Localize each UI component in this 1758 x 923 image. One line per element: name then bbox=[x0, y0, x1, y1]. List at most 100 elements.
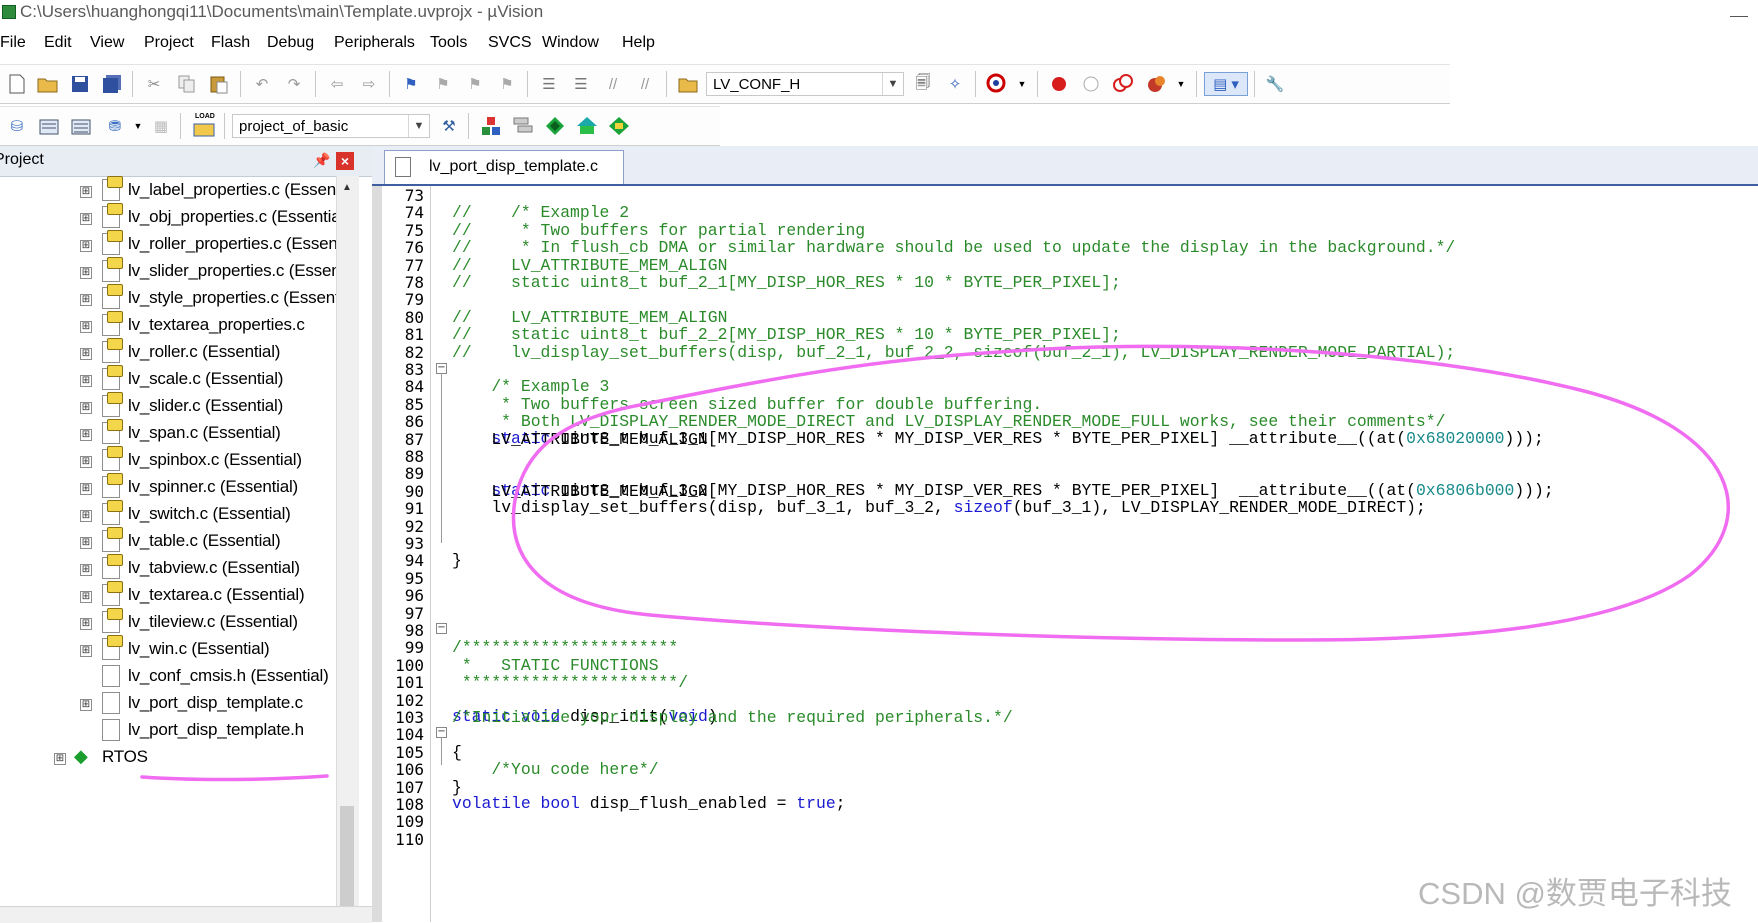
expand-icon[interactable]: ⊞ bbox=[80, 240, 92, 252]
close-icon[interactable]: × bbox=[336, 152, 354, 170]
minimize-button[interactable] bbox=[1730, 4, 1748, 17]
breakpoint-disable-icon[interactable] bbox=[1080, 73, 1102, 95]
download-icon[interactable]: LOAD bbox=[193, 113, 215, 137]
tree-item[interactable]: ⊞ lv_span.c (Essential) bbox=[0, 419, 336, 449]
unindent-icon[interactable]: ☰ bbox=[570, 73, 592, 95]
tree-item[interactable]: ⊞ lv_switch.c (Essential) bbox=[0, 500, 336, 530]
expand-icon[interactable]: ⊞ bbox=[80, 456, 92, 468]
menu-view[interactable]: View bbox=[90, 34, 124, 52]
expand-icon[interactable]: ⊞ bbox=[80, 537, 92, 549]
incremental-find-icon[interactable]: ✧ bbox=[944, 73, 966, 95]
bookmark-clear-icon[interactable]: ⚑ bbox=[496, 73, 518, 95]
expand-icon[interactable]: ⊞ bbox=[80, 402, 92, 414]
translate-icon[interactable]: ⛁ bbox=[6, 115, 28, 137]
expand-icon[interactable]: ⊞ bbox=[80, 294, 92, 306]
tree-item[interactable]: ⊞ lv_spinbox.c (Essential) bbox=[0, 446, 336, 476]
undo-icon[interactable]: ↶ bbox=[251, 73, 273, 95]
tree-item[interactable]: ⊞ lv_slider_properties.c (Essential) bbox=[0, 257, 336, 287]
pack-installer-icon[interactable] bbox=[544, 115, 566, 137]
menu-file[interactable]: File bbox=[0, 34, 26, 52]
expand-icon[interactable]: ⊞ bbox=[80, 267, 92, 279]
bookmark-icon[interactable]: ⚑ bbox=[400, 73, 422, 95]
tree-item[interactable]: lv_port_disp_template.h bbox=[0, 716, 336, 746]
tree-item[interactable]: ⊞ lv_obj_properties.c (Essential) bbox=[0, 203, 336, 233]
menu-project[interactable]: Project bbox=[144, 34, 194, 52]
batch-build-icon[interactable]: ⛃ bbox=[104, 115, 126, 137]
vertical-scrollbar[interactable]: ▲ bbox=[336, 176, 359, 922]
expand-icon[interactable]: ⊞ bbox=[80, 348, 92, 360]
target-combo[interactable]: project_of_basic ▼ bbox=[232, 114, 430, 138]
rebuild-icon[interactable] bbox=[70, 115, 92, 137]
breakpoint-disable-all-icon[interactable] bbox=[1112, 73, 1134, 95]
tab-lv-port-disp-template[interactable]: lv_port_disp_template.c bbox=[384, 150, 624, 184]
code-editor[interactable]: 73 74 75 76 77 78 79 80 81 82 83 84 85 86 87 88 89 90 91 92… bbox=[372, 186, 1758, 922]
tree-item[interactable]: ⊞ lv_roller_properties.c (Essential) bbox=[0, 230, 336, 260]
nav-back-icon[interactable]: ⇦ bbox=[326, 73, 348, 95]
find-icon[interactable]: 🗐 bbox=[912, 73, 934, 95]
configure-icon[interactable]: 🔧 bbox=[1264, 73, 1286, 95]
save-all-icon[interactable] bbox=[101, 73, 123, 95]
debug-session-icon[interactable] bbox=[986, 73, 1008, 95]
expand-icon[interactable]: ⊞ bbox=[80, 591, 92, 603]
expand-icon[interactable]: ⊞ bbox=[80, 429, 92, 441]
expand-icon[interactable]: ⊞ bbox=[80, 699, 92, 711]
chevron-down-icon[interactable]: ▼ bbox=[1170, 73, 1192, 95]
runtime-env-icon[interactable] bbox=[576, 115, 598, 137]
scroll-thumb[interactable] bbox=[340, 806, 354, 906]
fold-collapse-icon[interactable]: − bbox=[436, 623, 447, 634]
new-file-icon[interactable] bbox=[6, 73, 28, 95]
paste-icon[interactable] bbox=[208, 73, 230, 95]
stop-build-icon[interactable]: ▦ bbox=[150, 115, 172, 137]
chevron-down-icon[interactable]: ▼ bbox=[1011, 73, 1033, 95]
chevron-down-icon[interactable]: ▼ bbox=[408, 115, 429, 137]
menu-svcs[interactable]: SVCS bbox=[488, 34, 532, 52]
scroll-up-icon[interactable]: ▲ bbox=[339, 178, 355, 198]
select-packs-icon[interactable] bbox=[512, 115, 534, 137]
menu-peripherals[interactable]: Peripherals bbox=[334, 34, 415, 52]
target-options-icon[interactable]: ⚒ bbox=[438, 115, 460, 137]
menu-flash[interactable]: Flash bbox=[211, 34, 250, 52]
expand-icon[interactable]: ⊞ bbox=[80, 645, 92, 657]
comment-icon[interactable]: // bbox=[602, 73, 624, 95]
save-icon[interactable] bbox=[69, 73, 91, 95]
menu-tools[interactable]: Tools bbox=[430, 34, 467, 52]
tree-item[interactable]: ⊞ lv_roller.c (Essential) bbox=[0, 338, 336, 368]
uncomment-icon[interactable]: // bbox=[634, 73, 656, 95]
code-area[interactable]: static uint8_t buf_3_1[MY_DISP_HOR_RES *… bbox=[452, 186, 1758, 922]
expand-icon[interactable]: ⊞ bbox=[54, 753, 66, 765]
expand-icon[interactable]: ⊞ bbox=[80, 618, 92, 630]
tree-item[interactable]: ⊞ lv_tileview.c (Essential) bbox=[0, 608, 336, 638]
menu-edit[interactable]: Edit bbox=[44, 34, 72, 52]
manage-components-icon[interactable] bbox=[480, 115, 502, 137]
find-combo[interactable]: LV_CONF_H ▼ bbox=[706, 72, 904, 96]
expand-icon[interactable]: ⊞ bbox=[80, 321, 92, 333]
expand-icon[interactable]: ⊞ bbox=[80, 510, 92, 522]
bookmark-prev-icon[interactable]: ⚑ bbox=[432, 73, 454, 95]
open-folder-icon[interactable] bbox=[37, 73, 59, 95]
find-in-files-icon[interactable] bbox=[677, 73, 699, 95]
breakpoint-icon[interactable] bbox=[1048, 73, 1070, 95]
copy-icon[interactable] bbox=[176, 73, 198, 95]
pin-icon[interactable]: 📌 bbox=[313, 152, 330, 169]
horizontal-scrollbar[interactable] bbox=[0, 906, 372, 923]
breakpoint-kill-all-icon[interactable] bbox=[1146, 73, 1168, 95]
bookmark-next-icon[interactable]: ⚑ bbox=[464, 73, 486, 95]
window-layout-icon[interactable]: ▤ ▾ bbox=[1204, 72, 1248, 96]
nav-forward-icon[interactable]: ⇨ bbox=[358, 73, 380, 95]
indent-icon[interactable]: ☰ bbox=[538, 73, 560, 95]
expand-icon[interactable]: ⊞ bbox=[80, 483, 92, 495]
expand-icon[interactable]: ⊞ bbox=[80, 186, 92, 198]
cut-icon[interactable]: ✂ bbox=[143, 73, 165, 95]
menu-help[interactable]: Help bbox=[622, 34, 655, 52]
tree-item[interactable]: ⊞ lv_table.c (Essential) bbox=[0, 527, 336, 557]
expand-icon[interactable]: ⊞ bbox=[80, 213, 92, 225]
tree-item[interactable]: ⊞ lv_textarea.c (Essential) bbox=[0, 581, 336, 611]
expand-icon[interactable]: ⊞ bbox=[80, 564, 92, 576]
menu-window[interactable]: Window bbox=[542, 34, 599, 52]
tree-item[interactable]: ⊞ lv_tabview.c (Essential) bbox=[0, 554, 336, 584]
tree-item[interactable]: lv_conf_cmsis.h (Essential) bbox=[0, 662, 336, 692]
tree-item-rtos[interactable]: ⊞ ◆ RTOS bbox=[0, 743, 336, 773]
chevron-down-icon[interactable]: ▼ bbox=[882, 73, 903, 95]
tree-item[interactable]: ⊞ lv_label_properties.c (Essential) bbox=[0, 176, 336, 206]
tree-item[interactable]: ⊞ lv_slider.c (Essential) bbox=[0, 392, 336, 422]
